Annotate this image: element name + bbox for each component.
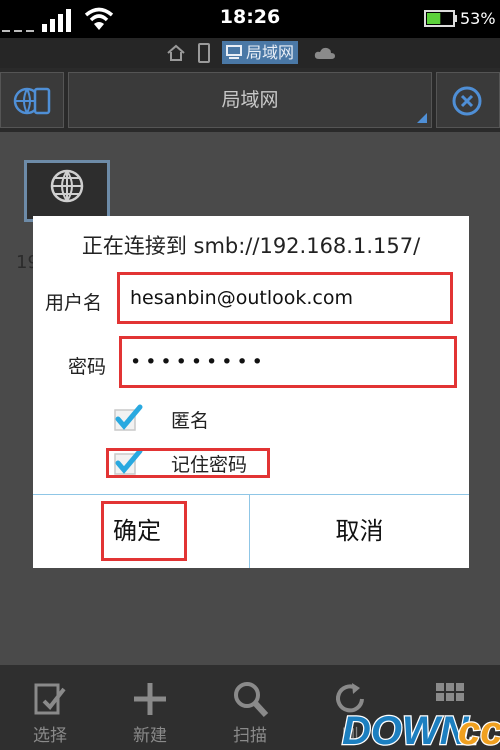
battery-percent: 53% — [460, 9, 496, 28]
new-label: 新建 — [133, 726, 167, 746]
location-current[interactable]: 局域网 — [222, 41, 299, 64]
cancel-label: 取消 — [335, 517, 384, 545]
password-input[interactable]: ••••••••• — [119, 336, 457, 388]
home-icon[interactable] — [166, 43, 186, 63]
svg-text:cc: cc — [458, 709, 500, 750]
close-button[interactable] — [436, 72, 500, 128]
cancel-button[interactable]: 取消 — [250, 495, 469, 568]
network-device-icon — [13, 87, 51, 115]
cloud-icon[interactable] — [314, 46, 336, 60]
anonymous-label: 匿名 — [171, 410, 210, 432]
scan-label: 扫描 — [233, 726, 267, 746]
network-icon — [226, 45, 242, 59]
server-tile[interactable] — [24, 160, 110, 222]
select-edit-icon — [34, 683, 66, 715]
checkbox-checked-icon — [114, 404, 143, 431]
network-devices-button[interactable] — [0, 72, 64, 128]
search-icon — [234, 682, 269, 718]
username-input[interactable]: hesanbin@outlook.com — [117, 272, 453, 324]
location-current-label: 局域网 — [246, 43, 295, 62]
battery-icon — [424, 10, 457, 27]
select-button[interactable]: 选择 — [0, 665, 100, 750]
dropdown-corner-icon — [417, 113, 427, 123]
scan-button[interactable]: 扫描 — [200, 665, 300, 750]
toolbar-title[interactable]: 局域网 — [68, 72, 432, 128]
password-label: 密码 — [68, 356, 107, 378]
close-circle-icon — [452, 86, 482, 116]
username-label: 用户名 — [45, 292, 103, 314]
toolbar-title-text: 局域网 — [221, 89, 279, 111]
watermark-logo: DOWN. cc — [341, 708, 500, 750]
ok-highlight-box — [101, 501, 187, 561]
toolbar: 局域网 — [0, 68, 500, 132]
connect-dialog: 正在连接到 smb://192.168.1.157/ 用户名 hesanbin@… — [33, 216, 469, 568]
location-bar: 局域网 — [0, 38, 500, 68]
select-label: 选择 — [33, 726, 67, 746]
status-bar: 18:26 53% — [0, 0, 500, 38]
plus-icon — [134, 683, 166, 715]
dialog-title: 正在连接到 smb://192.168.1.157/ — [81, 234, 421, 258]
new-button[interactable]: 新建 — [100, 665, 200, 750]
globe-icon — [50, 169, 84, 203]
remember-highlight-box — [106, 448, 270, 478]
phone-storage-icon[interactable] — [197, 43, 211, 63]
